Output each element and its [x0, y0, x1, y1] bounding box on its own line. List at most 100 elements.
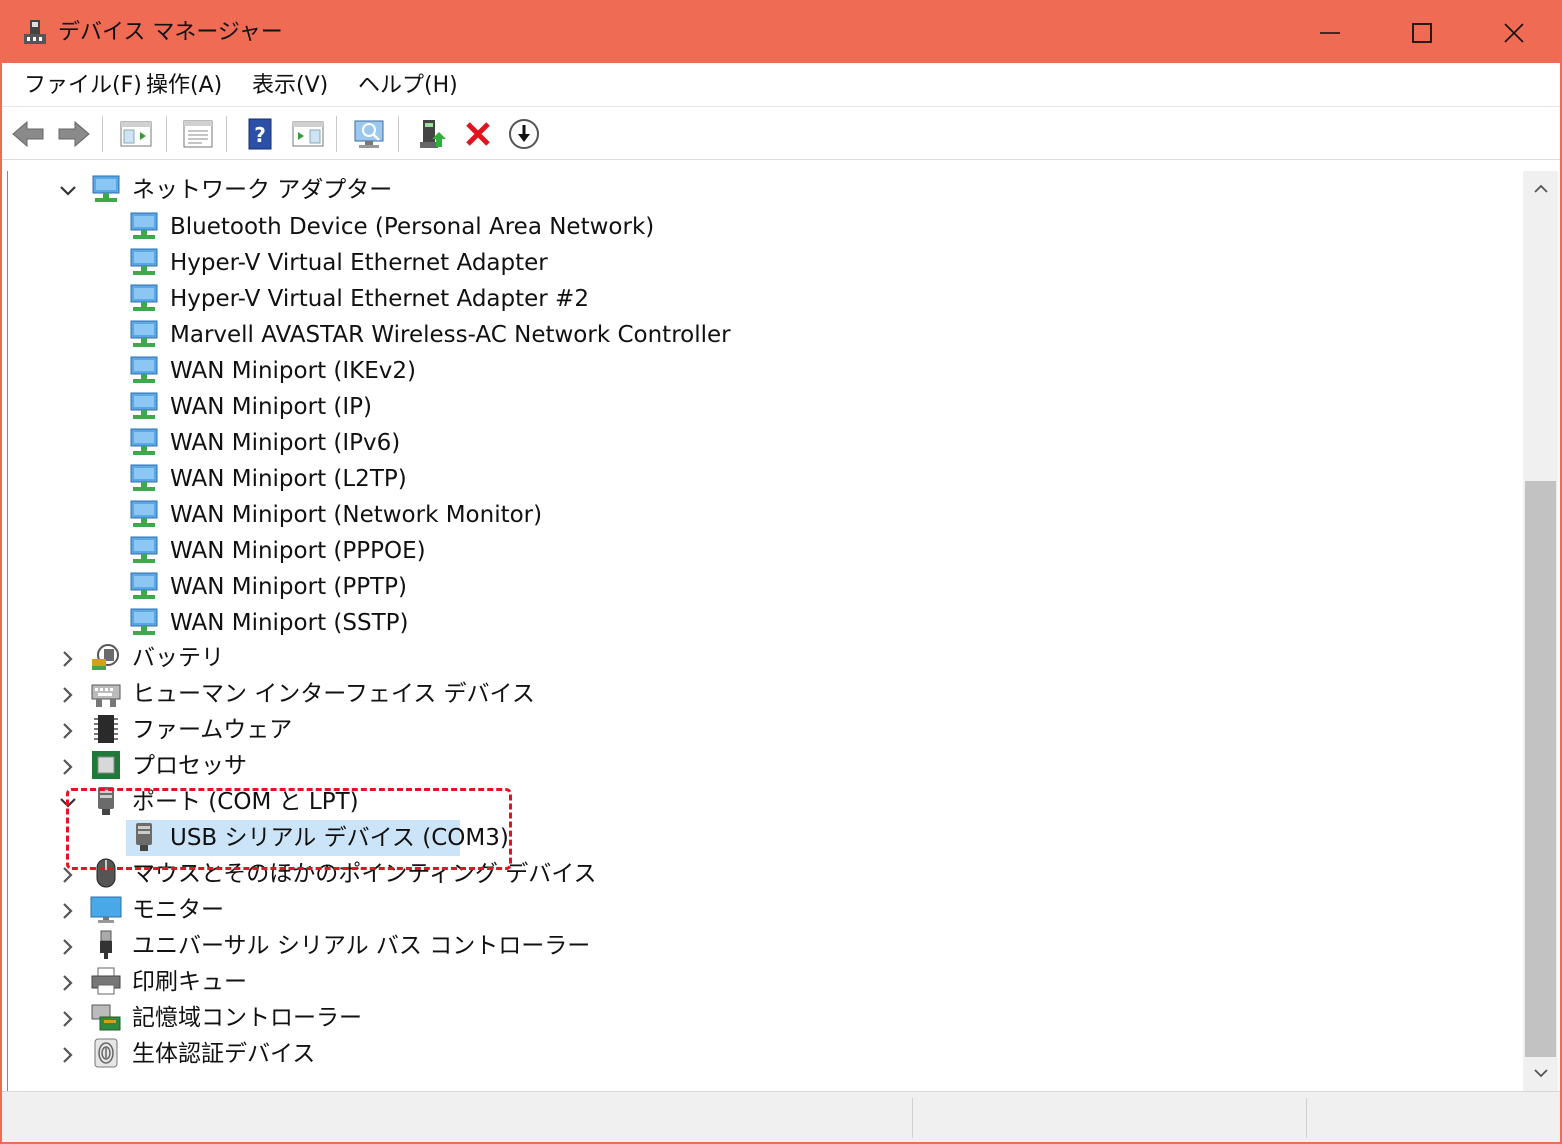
- network-adapter-item[interactable]: WAN Miniport (IP): [170, 391, 372, 423]
- network-adapter-item[interactable]: Bluetooth Device (Personal Area Network): [170, 211, 654, 243]
- forward-arrow-icon: [58, 120, 90, 148]
- action-pane-icon: [292, 121, 324, 147]
- network-adapter-icon: [130, 356, 158, 383]
- network-adapter-item[interactable]: WAN Miniport (IPv6): [170, 427, 400, 459]
- network-adapter-icon: [92, 175, 120, 202]
- scan-hardware-button[interactable]: [352, 117, 388, 151]
- forward-button[interactable]: [56, 117, 92, 151]
- device-manager-app-icon: [24, 20, 46, 44]
- device-tree[interactable]: ネットワーク アダプター Bluetooth Device (Personal …: [7, 171, 1523, 1091]
- expand-chevron-icon[interactable]: [58, 901, 78, 921]
- network-adapter-icon: [130, 608, 158, 635]
- minimize-icon: [1320, 31, 1340, 34]
- collapse-chevron-icon[interactable]: [58, 181, 78, 201]
- network-adapter-item[interactable]: Hyper-V Virtual Ethernet Adapter #2: [170, 283, 589, 315]
- minimize-button[interactable]: [1284, 2, 1376, 63]
- help-button[interactable]: ?: [242, 117, 278, 151]
- status-separator: [912, 1098, 913, 1138]
- scan-hardware-icon: [354, 120, 384, 148]
- network-adapter-icon: [130, 212, 158, 239]
- expand-chevron-icon[interactable]: [58, 685, 78, 705]
- category-storage-controllers[interactable]: 記憶域コントローラー: [132, 1002, 362, 1034]
- chevron-up-icon: [1533, 184, 1548, 193]
- network-adapter-item[interactable]: WAN Miniport (PPTP): [170, 571, 407, 603]
- status-bar: [2, 1091, 1560, 1142]
- network-adapter-icon: [130, 428, 158, 455]
- menu-view[interactable]: 表示(V): [248, 71, 332, 101]
- menu-file[interactable]: ファイル(F): [20, 71, 146, 101]
- category-monitor[interactable]: モニター: [132, 894, 224, 926]
- network-adapter-item[interactable]: Hyper-V Virtual Ethernet Adapter: [170, 247, 548, 279]
- category-firmware[interactable]: ファームウェア: [132, 714, 292, 746]
- maximize-button[interactable]: [1376, 2, 1468, 63]
- expand-chevron-icon[interactable]: [58, 937, 78, 957]
- category-processor[interactable]: プロセッサ: [132, 750, 247, 782]
- expand-chevron-icon[interactable]: [58, 721, 78, 741]
- maximize-icon: [1412, 22, 1432, 43]
- network-adapter-item[interactable]: Marvell AVASTAR Wireless-AC Network Cont…: [170, 319, 731, 351]
- storage-controller-icon: [91, 1004, 121, 1031]
- network-adapter-icon: [130, 536, 158, 563]
- network-adapter-item[interactable]: WAN Miniport (L2TP): [170, 463, 407, 495]
- network-adapter-icon: [130, 392, 158, 419]
- window-title: デバイス マネージャー: [58, 20, 283, 45]
- chevron-down-icon: [1533, 1069, 1548, 1078]
- status-separator: [1306, 1098, 1307, 1138]
- expand-chevron-icon[interactable]: [58, 973, 78, 993]
- network-adapter-icon: [130, 464, 158, 491]
- category-hid[interactable]: ヒューマン インターフェイス デバイス: [132, 678, 535, 710]
- toolbar: ?: [2, 108, 1560, 160]
- fingerprint-icon: [94, 1038, 118, 1068]
- update-driver-icon: [420, 120, 446, 148]
- expand-chevron-icon[interactable]: [58, 649, 78, 669]
- console-tree-button[interactable]: [118, 117, 154, 151]
- disable-device-button[interactable]: [506, 117, 542, 151]
- menu-bar: ファイル(F) 操作(A) 表示(V) ヘルプ(H): [2, 63, 1560, 107]
- properties-icon: [183, 120, 213, 148]
- annotation-highlight-box: [66, 788, 512, 870]
- category-print-queue[interactable]: 印刷キュー: [132, 966, 247, 998]
- menu-help[interactable]: ヘルプ(H): [354, 71, 462, 101]
- toolbar-separator: [166, 116, 167, 152]
- network-adapter-item[interactable]: WAN Miniport (IKEv2): [170, 355, 416, 387]
- close-icon: [1504, 22, 1524, 43]
- svg-text:?: ?: [254, 123, 266, 147]
- expand-chevron-icon[interactable]: [58, 1009, 78, 1029]
- toolbar-separator: [398, 116, 399, 152]
- toolbar-separator: [226, 116, 227, 152]
- scroll-up-button[interactable]: [1523, 173, 1558, 205]
- menu-action[interactable]: 操作(A): [142, 71, 226, 101]
- network-adapter-icon: [130, 320, 158, 347]
- back-arrow-icon: [12, 120, 44, 148]
- monitor-icon: [90, 896, 122, 923]
- network-adapter-icon: [130, 284, 158, 311]
- properties-button[interactable]: [180, 117, 216, 151]
- device-manager-window: デバイス マネージャー ファイル(F) 操作(A) 表示(V) ヘルプ(H) ?…: [0, 0, 1562, 1144]
- scrollbar-thumb[interactable]: [1525, 481, 1556, 1057]
- network-adapter-icon: [130, 248, 158, 275]
- category-usb-controllers[interactable]: ユニバーサル シリアル バス コントローラー: [132, 930, 590, 962]
- uninstall-icon: [466, 122, 490, 146]
- processor-icon: [92, 751, 120, 779]
- help-icon: ?: [248, 118, 272, 150]
- battery-icon: [92, 644, 119, 670]
- category-network-adapters[interactable]: ネットワーク アダプター: [132, 174, 392, 206]
- network-adapter-item[interactable]: WAN Miniport (Network Monitor): [170, 499, 542, 531]
- vertical-scrollbar[interactable]: [1523, 171, 1558, 1091]
- category-biometric[interactable]: 生体認証デバイス: [132, 1038, 315, 1070]
- network-adapter-icon: [130, 572, 158, 599]
- network-adapter-item[interactable]: WAN Miniport (PPPOE): [170, 535, 426, 567]
- update-driver-button[interactable]: [414, 117, 450, 151]
- back-button[interactable]: [10, 117, 46, 151]
- expand-chevron-icon[interactable]: [58, 757, 78, 777]
- network-adapter-item[interactable]: WAN Miniport (SSTP): [170, 607, 408, 639]
- uninstall-button[interactable]: [460, 117, 496, 151]
- expand-chevron-icon[interactable]: [58, 1045, 78, 1065]
- action-pane-button[interactable]: [290, 117, 326, 151]
- close-button[interactable]: [1468, 2, 1560, 63]
- hid-icon: [91, 684, 121, 707]
- toolbar-separator: [336, 116, 337, 152]
- category-battery[interactable]: バッテリ: [132, 642, 224, 674]
- printer-icon: [91, 967, 121, 995]
- scroll-down-button[interactable]: [1523, 1057, 1558, 1089]
